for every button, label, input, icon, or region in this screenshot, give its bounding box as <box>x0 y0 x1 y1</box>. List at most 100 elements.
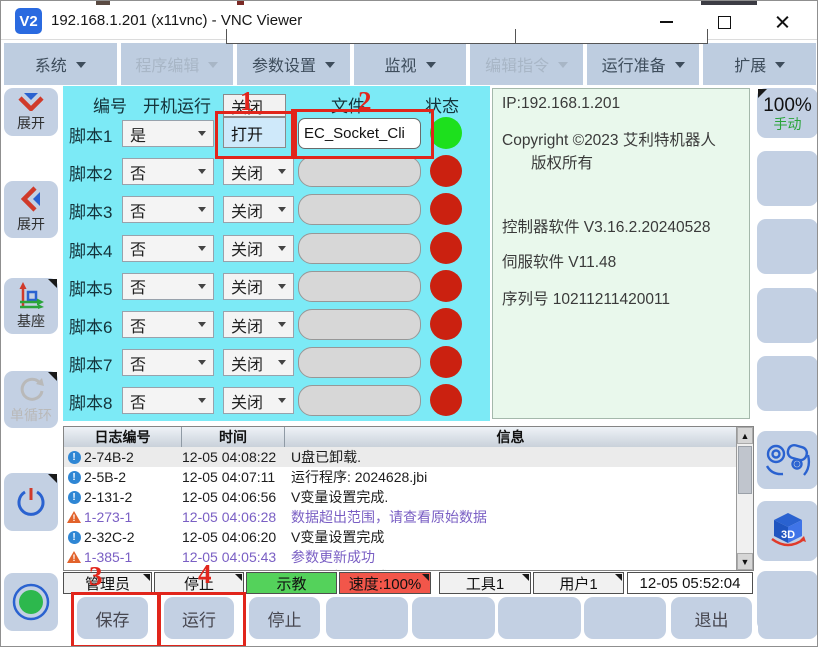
boot-run-select[interactable]: 是 <box>122 120 214 147</box>
scroll-up-icon[interactable]: ▲ <box>737 427 753 444</box>
close-button[interactable] <box>765 9 799 35</box>
empty-button[interactable] <box>498 597 581 639</box>
script-file-field[interactable]: EC_Socket_Cli <box>298 118 421 149</box>
power-icon <box>13 484 49 520</box>
script-file-field[interactable] <box>298 347 421 378</box>
menu-bar: 系统 程序编辑 参数设置 监视 编辑指令 运行准备 扩展 <box>4 43 816 85</box>
script-row: 脚本6 否 关闭 <box>63 308 490 341</box>
boot-run-select[interactable]: 否 <box>122 235 214 262</box>
menu-item-0[interactable]: 系统 <box>4 43 117 85</box>
boot-run-select[interactable]: 否 <box>122 158 214 185</box>
maximize-button[interactable] <box>707 9 741 35</box>
empty-button[interactable] <box>757 288 818 343</box>
log-col-info: 信息 <box>285 427 736 447</box>
script-file-field[interactable] <box>298 233 421 264</box>
switch-select[interactable]: 关闭 <box>223 158 294 185</box>
log-row[interactable]: 用户坐标修改成功 <box>64 567 736 570</box>
expand-down-button[interactable]: 展开 <box>4 88 58 136</box>
chevron-down-icon <box>278 207 286 212</box>
empty-button[interactable] <box>326 597 408 639</box>
menu-item-2[interactable]: 参数设置 <box>237 43 350 85</box>
controller-version: 控制器软件 V3.16.2.20240528 <box>502 215 711 237</box>
exit-button[interactable]: 退出 <box>671 597 752 639</box>
speed-mode-button[interactable]: 100% 手动 <box>757 88 818 138</box>
switch-select[interactable]: 关闭 <box>223 196 294 223</box>
boot-run-select[interactable]: 否 <box>122 349 214 376</box>
scroll-down-icon[interactable]: ▼ <box>737 553 753 570</box>
copyright-line2: 版权所有 <box>531 151 593 173</box>
log-message: 参数更新成功 <box>285 547 736 567</box>
boot-run-select[interactable]: 否 <box>122 196 214 223</box>
switch-select[interactable]: 关闭 <box>223 311 294 338</box>
chevron-down-icon <box>278 398 286 403</box>
chevron-down-icon <box>76 62 86 68</box>
script-row: 脚本7 否 关闭 <box>63 346 490 379</box>
menu-item-5[interactable]: 运行准备 <box>587 43 700 85</box>
menu-item-4[interactable]: 编辑指令 <box>470 43 583 85</box>
boot-run-select[interactable]: 否 <box>122 311 214 338</box>
chevron-down-icon <box>278 169 286 174</box>
status-teach-mode[interactable]: 示教 <box>246 572 337 594</box>
joystick-icon <box>764 439 812 481</box>
script-row: 脚本3 否 关闭 <box>63 193 490 226</box>
log-row[interactable]: 2-74B-2 12-05 04:08:22 U盘已卸载. <box>64 447 736 467</box>
script-file-field[interactable] <box>298 385 421 416</box>
teach-pendant-button[interactable] <box>757 431 818 489</box>
base-frame-button[interactable]: 基座 <box>4 278 58 334</box>
script-row-label: 脚本4 <box>69 237 112 262</box>
status-speed[interactable]: 速度:100% <box>339 572 431 594</box>
dropdown-option-open[interactable]: 打开 <box>223 117 286 148</box>
chevron-down-icon <box>198 322 206 327</box>
status-run-state[interactable]: 停止 <box>154 572 244 594</box>
switch-select[interactable]: 关闭 <box>223 349 294 376</box>
script-row-label: 脚本8 <box>69 389 112 414</box>
expand-left-button[interactable]: 展开 <box>4 181 58 238</box>
dropdown-option-close[interactable]: 关闭 <box>223 94 286 117</box>
status-tool[interactable]: 工具1 <box>439 572 531 594</box>
log-scrollbar[interactable]: ▲ ▼ <box>736 427 753 570</box>
stop-button[interactable]: 停止 <box>249 597 320 639</box>
script-row: 脚本4 否 关闭 <box>63 232 490 265</box>
boot-run-select[interactable]: 否 <box>122 387 214 414</box>
chevron-down-icon <box>558 62 568 68</box>
script-status-led <box>430 270 462 302</box>
single-cycle-button[interactable]: 单循环 <box>4 371 58 428</box>
log-row[interactable]: 1-273-1 12-05 04:06:28 数据超出范围，请查看原始数据 <box>64 507 736 527</box>
menu-item-6[interactable]: 扩展 <box>703 43 816 85</box>
log-row[interactable]: 2-32C-2 12-05 04:06:20 V变量设置完成 <box>64 527 736 547</box>
script-status-led <box>430 232 462 264</box>
status-role[interactable]: 管理员 <box>63 572 152 594</box>
empty-button[interactable] <box>757 356 818 411</box>
save-button[interactable]: 保存 <box>77 597 148 639</box>
empty-button[interactable] <box>757 151 818 206</box>
log-time: 12-05 04:05:43 <box>182 549 285 565</box>
script-file-field[interactable] <box>298 309 421 340</box>
log-row[interactable]: 2-131-2 12-05 04:06:56 V变量设置完成. <box>64 487 736 507</box>
switch-select[interactable]: 关闭 <box>223 387 294 414</box>
script-file-field[interactable] <box>298 194 421 225</box>
boot-run-select[interactable]: 否 <box>122 273 214 300</box>
info-icon <box>68 471 81 484</box>
3d-view-button[interactable]: 3D <box>757 501 818 561</box>
empty-button[interactable] <box>412 597 495 639</box>
empty-button[interactable] <box>757 219 818 274</box>
empty-button[interactable] <box>584 597 666 639</box>
menu-item-3[interactable]: 监视 <box>354 43 467 85</box>
log-id: 2-74B-2 <box>84 449 182 465</box>
log-row[interactable]: 2-5B-2 12-05 04:07:11 运行程序: 2024628.jbi <box>64 467 736 487</box>
menu-item-1[interactable]: 程序编辑 <box>121 43 234 85</box>
scrollbar-thumb[interactable] <box>738 446 752 494</box>
script-file-field[interactable] <box>298 156 421 187</box>
log-row[interactable]: 1-385-1 12-05 04:05:43 参数更新成功 <box>64 547 736 567</box>
script-row: 脚本2 否 关闭 <box>63 155 490 188</box>
switch-select[interactable]: 关闭 <box>223 235 294 262</box>
status-datetime: 12-05 05:52:04 <box>627 572 753 594</box>
power-button[interactable] <box>4 473 58 531</box>
expand-label: 展开 <box>17 113 45 133</box>
servo-enable-button[interactable] <box>4 573 58 631</box>
empty-button[interactable] <box>758 597 818 639</box>
status-user-frame[interactable]: 用户1 <box>533 572 624 594</box>
script-file-field[interactable] <box>298 271 421 302</box>
run-button[interactable]: 运行 <box>164 597 234 639</box>
switch-select[interactable]: 关闭 <box>223 273 294 300</box>
